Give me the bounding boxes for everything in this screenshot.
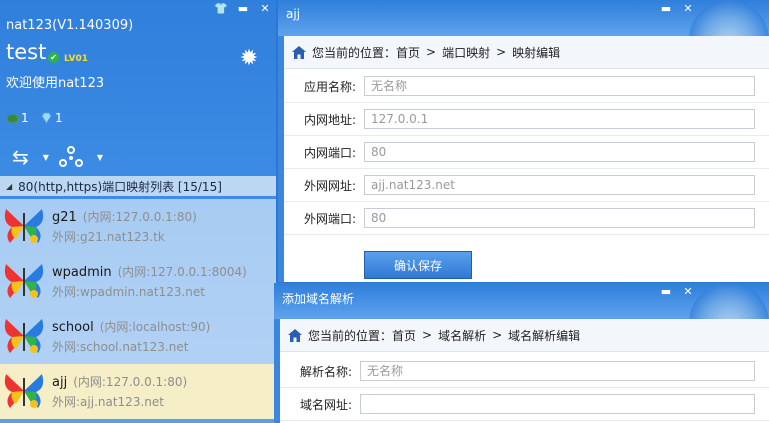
form-row-internal-port: 内网端口: 80 xyxy=(284,136,769,169)
breadcrumb-separator: > xyxy=(422,328,433,342)
breadcrumb-current: 域名解析编辑 xyxy=(508,328,581,343)
item-external-address: 外网:wpadmin.nat123.net xyxy=(52,285,205,299)
window-buttons: ▬ ✕ xyxy=(655,285,699,298)
item-internal-address: (内网:127.0.0.1:80) xyxy=(73,375,188,389)
settings-sun-icon[interactable]: ✹ xyxy=(236,46,262,72)
chevron-down-icon[interactable]: ▼ xyxy=(97,153,103,162)
breadcrumb-prefix: 您当前的位置： xyxy=(308,328,393,343)
turtle-icon xyxy=(6,114,19,124)
butterfly-logo-icon xyxy=(4,264,44,298)
mapping-list-header[interactable]: ◢ 80(http,https)端口映射列表 [15/15] xyxy=(0,176,276,196)
item-internal-address: (内网:127.0.0.1:8004) xyxy=(117,265,247,279)
internal-address-input[interactable]: 127.0.0.1 xyxy=(364,109,755,129)
window-content: 您当前的位置： 首页 > 域名解析 > 域名解析编辑 解析名称: 无名称 域名网… xyxy=(274,319,769,423)
window-titlebar[interactable]: ajj ▬ ✕ xyxy=(278,0,769,80)
window-titlebar[interactable]: 添加域名解析 ▬ ✕ xyxy=(274,283,769,363)
breadcrumb-current: 映射编辑 xyxy=(512,45,561,60)
app-title: nat123(V1.140309) xyxy=(6,18,134,33)
minimize-icon[interactable]: ▬ xyxy=(655,2,677,15)
form-row-resolve-name: 解析名称: 无名称 xyxy=(280,355,769,388)
external-port-label: 外网端口: xyxy=(303,211,356,226)
butterfly-logo-icon xyxy=(4,319,44,353)
window-title: 添加域名解析 xyxy=(282,292,355,306)
mapping-list: g21 (内网:127.0.0.1:80) 外网:g21.nat123.tk wp… xyxy=(0,199,276,419)
form-row-domain-url: 域名网址: xyxy=(280,388,769,421)
breadcrumb-separator: > xyxy=(496,45,507,59)
mapping-edit-window: ajj ▬ ✕ 您当前的位置： 首页 > 端口映射 > 映射编辑 应用名称: 无… xyxy=(278,0,769,282)
external-port-input[interactable]: 80 xyxy=(364,208,755,228)
minimize-icon[interactable]: ▬ xyxy=(655,285,677,298)
breadcrumb-separator: > xyxy=(492,328,503,342)
toolbar: ⇆ ▼ ▼ xyxy=(0,140,276,174)
item-external-address: 外网:g21.nat123.tk xyxy=(52,230,165,244)
gem-icon xyxy=(41,112,52,124)
dns-edit-window: 添加域名解析 ▬ ✕ 您当前的位置： 首页 > 域名解析 > 域名解析编辑 解析… xyxy=(274,283,769,423)
breadcrumb-port-mapping[interactable]: 端口映射 xyxy=(442,44,490,61)
item-name: school xyxy=(52,320,94,335)
turtle-stat[interactable]: 1 xyxy=(6,111,29,125)
close-icon[interactable]: ✕ xyxy=(677,285,699,298)
breadcrumb: 您当前的位置： 首页 > 端口映射 > 映射编辑 xyxy=(284,36,769,69)
skin-icon[interactable]: 👕 xyxy=(210,0,232,16)
minimize-icon[interactable]: ▬ xyxy=(232,0,254,16)
app-name-label: 应用名称: xyxy=(303,79,356,94)
internal-address-label: 内网地址: xyxy=(303,112,356,127)
item-name: ajj xyxy=(52,375,68,390)
form-row-app-name: 应用名称: 无名称 xyxy=(284,70,769,103)
domain-url-input[interactable] xyxy=(360,394,755,414)
form-row-internal-address: 内网地址: 127.0.0.1 xyxy=(284,103,769,136)
form-row-external-port: 外网端口: 80 xyxy=(284,202,769,235)
app-name-input[interactable]: 无名称 xyxy=(364,76,755,96)
external-url-input[interactable]: ajj.nat123.net xyxy=(364,175,755,195)
verified-icon: ✔ xyxy=(48,52,59,63)
main-panel: 👕 ▬ ✕ nat123(V1.140309) test ✔ LV01 ✹ 欢迎… xyxy=(0,0,276,423)
mapping-list-title: 80(http,https)端口映射列表 [15/15] xyxy=(18,179,222,194)
butterfly-logo-icon xyxy=(4,209,44,243)
internal-port-label: 内网端口: xyxy=(303,145,356,160)
resolve-name-input[interactable]: 无名称 xyxy=(360,361,755,381)
expand-triangle-icon: ◢ xyxy=(6,181,13,191)
list-item[interactable]: school (内网:localhost:90) 外网:school.nat123… xyxy=(0,309,276,364)
breadcrumb-home[interactable]: 首页 xyxy=(396,44,420,61)
username: test xyxy=(6,40,47,64)
close-icon[interactable]: ✕ xyxy=(677,2,699,15)
close-icon[interactable]: ✕ xyxy=(254,0,276,16)
window-title: ajj xyxy=(286,7,301,21)
window-content: 您当前的位置： 首页 > 端口映射 > 映射编辑 应用名称: 无名称 内网地址:… xyxy=(278,36,769,282)
list-item[interactable]: wpadmin (内网:127.0.0.1:8004) 外网:wpadmin.na… xyxy=(0,254,276,309)
item-name: wpadmin xyxy=(52,265,112,280)
gem-stat[interactable]: 1 xyxy=(40,111,63,125)
level-badge: LV01 xyxy=(64,54,88,64)
resolve-name-label: 解析名称: xyxy=(299,364,352,379)
item-name: g21 xyxy=(52,210,77,225)
internal-port-input[interactable]: 80 xyxy=(364,142,755,162)
save-button[interactable]: 确认保存 xyxy=(364,251,472,279)
breadcrumb: 您当前的位置： 首页 > 域名解析 > 域名解析编辑 xyxy=(280,319,769,352)
breadcrumb-home[interactable]: 首页 xyxy=(392,327,416,344)
butterfly-logo-icon xyxy=(4,374,44,408)
item-internal-address: (内网:localhost:90) xyxy=(99,320,211,334)
main-window-buttons: 👕 ▬ ✕ xyxy=(210,0,276,16)
chevron-down-icon[interactable]: ▼ xyxy=(43,153,49,162)
window-buttons: ▬ ✕ xyxy=(655,2,699,15)
home-icon xyxy=(292,45,306,59)
share-network-icon[interactable] xyxy=(58,146,83,168)
form-row-external-url: 外网网址: ajj.nat123.net xyxy=(284,169,769,202)
item-external-address: 外网:ajj.nat123.net xyxy=(52,395,164,409)
turtle-count: 1 xyxy=(21,111,29,125)
swap-arrows-icon[interactable]: ⇆ xyxy=(12,145,29,169)
external-url-label: 外网网址: xyxy=(303,178,356,193)
item-external-address: 外网:school.nat123.net xyxy=(52,340,189,354)
gem-count: 1 xyxy=(55,111,63,125)
breadcrumb-separator: > xyxy=(426,45,437,59)
domain-url-label: 域名网址: xyxy=(299,397,352,412)
item-internal-address: (内网:127.0.0.1:80) xyxy=(82,210,197,224)
home-icon xyxy=(288,328,302,342)
breadcrumb-dns[interactable]: 域名解析 xyxy=(438,327,486,344)
welcome-text: 欢迎使用nat123 xyxy=(6,76,105,91)
list-item[interactable]: g21 (内网:127.0.0.1:80) 外网:g21.nat123.tk xyxy=(0,199,276,254)
breadcrumb-prefix: 您当前的位置： xyxy=(312,45,397,60)
list-item-selected[interactable]: ajj (内网:127.0.0.1:80) 外网:ajj.nat123.net xyxy=(0,364,276,419)
